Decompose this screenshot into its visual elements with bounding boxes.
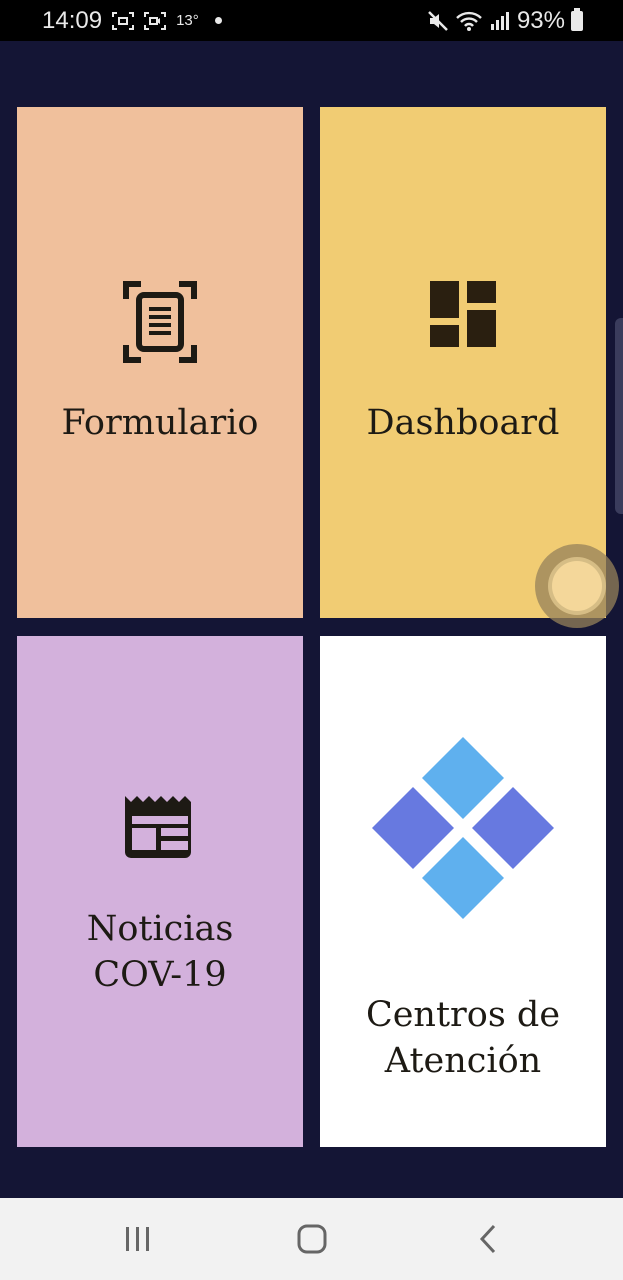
wifi-icon — [456, 11, 482, 31]
tile-formulario[interactable]: Formulario — [17, 107, 303, 618]
signal-icon — [490, 11, 509, 30]
floating-assistant-button[interactable] — [535, 544, 619, 628]
document-scan-icon — [123, 281, 197, 363]
tile-dashboard[interactable]: Dashboard — [320, 107, 606, 618]
status-left: 14:09 13° — [42, 0, 222, 41]
tile-centros-label: Centros de Atención — [365, 995, 561, 1081]
tile-centros-de-atencion[interactable]: Centros de Atención — [320, 636, 606, 1147]
status-bar: 14:09 13° 93% — [0, 0, 623, 41]
floating-assistant-icon — [552, 561, 602, 611]
screen-record-icon — [144, 11, 167, 30]
recent-apps-icon — [126, 1227, 149, 1251]
notification-dot — [214, 17, 222, 24]
tile-noticias[interactable]: Noticias COV-19 — [17, 636, 303, 1147]
tile-dashboard-label: Dashboard — [366, 403, 560, 443]
home-icon — [297, 1224, 327, 1254]
battery-icon — [571, 7, 583, 31]
status-temperature: 13° — [176, 12, 199, 29]
recent-apps-button[interactable] — [98, 1198, 178, 1280]
status-right: 93% — [427, 0, 583, 41]
diamond-logo-icon — [372, 737, 554, 919]
navigation-bar — [0, 1198, 623, 1280]
newspaper-icon — [125, 796, 191, 858]
edge-panel-handle[interactable] — [615, 318, 623, 514]
back-icon — [479, 1224, 496, 1254]
dashboard-icon — [430, 281, 496, 347]
tile-formulario-label: Formulario — [61, 403, 259, 443]
tile-noticias-label: Noticias COV-19 — [86, 909, 234, 995]
status-time: 14:09 — [42, 6, 103, 34]
back-button[interactable] — [448, 1198, 528, 1280]
mute-icon — [428, 10, 448, 31]
screenshot-icon — [112, 11, 135, 30]
battery-percentage: 93% — [516, 6, 565, 34]
home-button[interactable] — [272, 1198, 352, 1280]
